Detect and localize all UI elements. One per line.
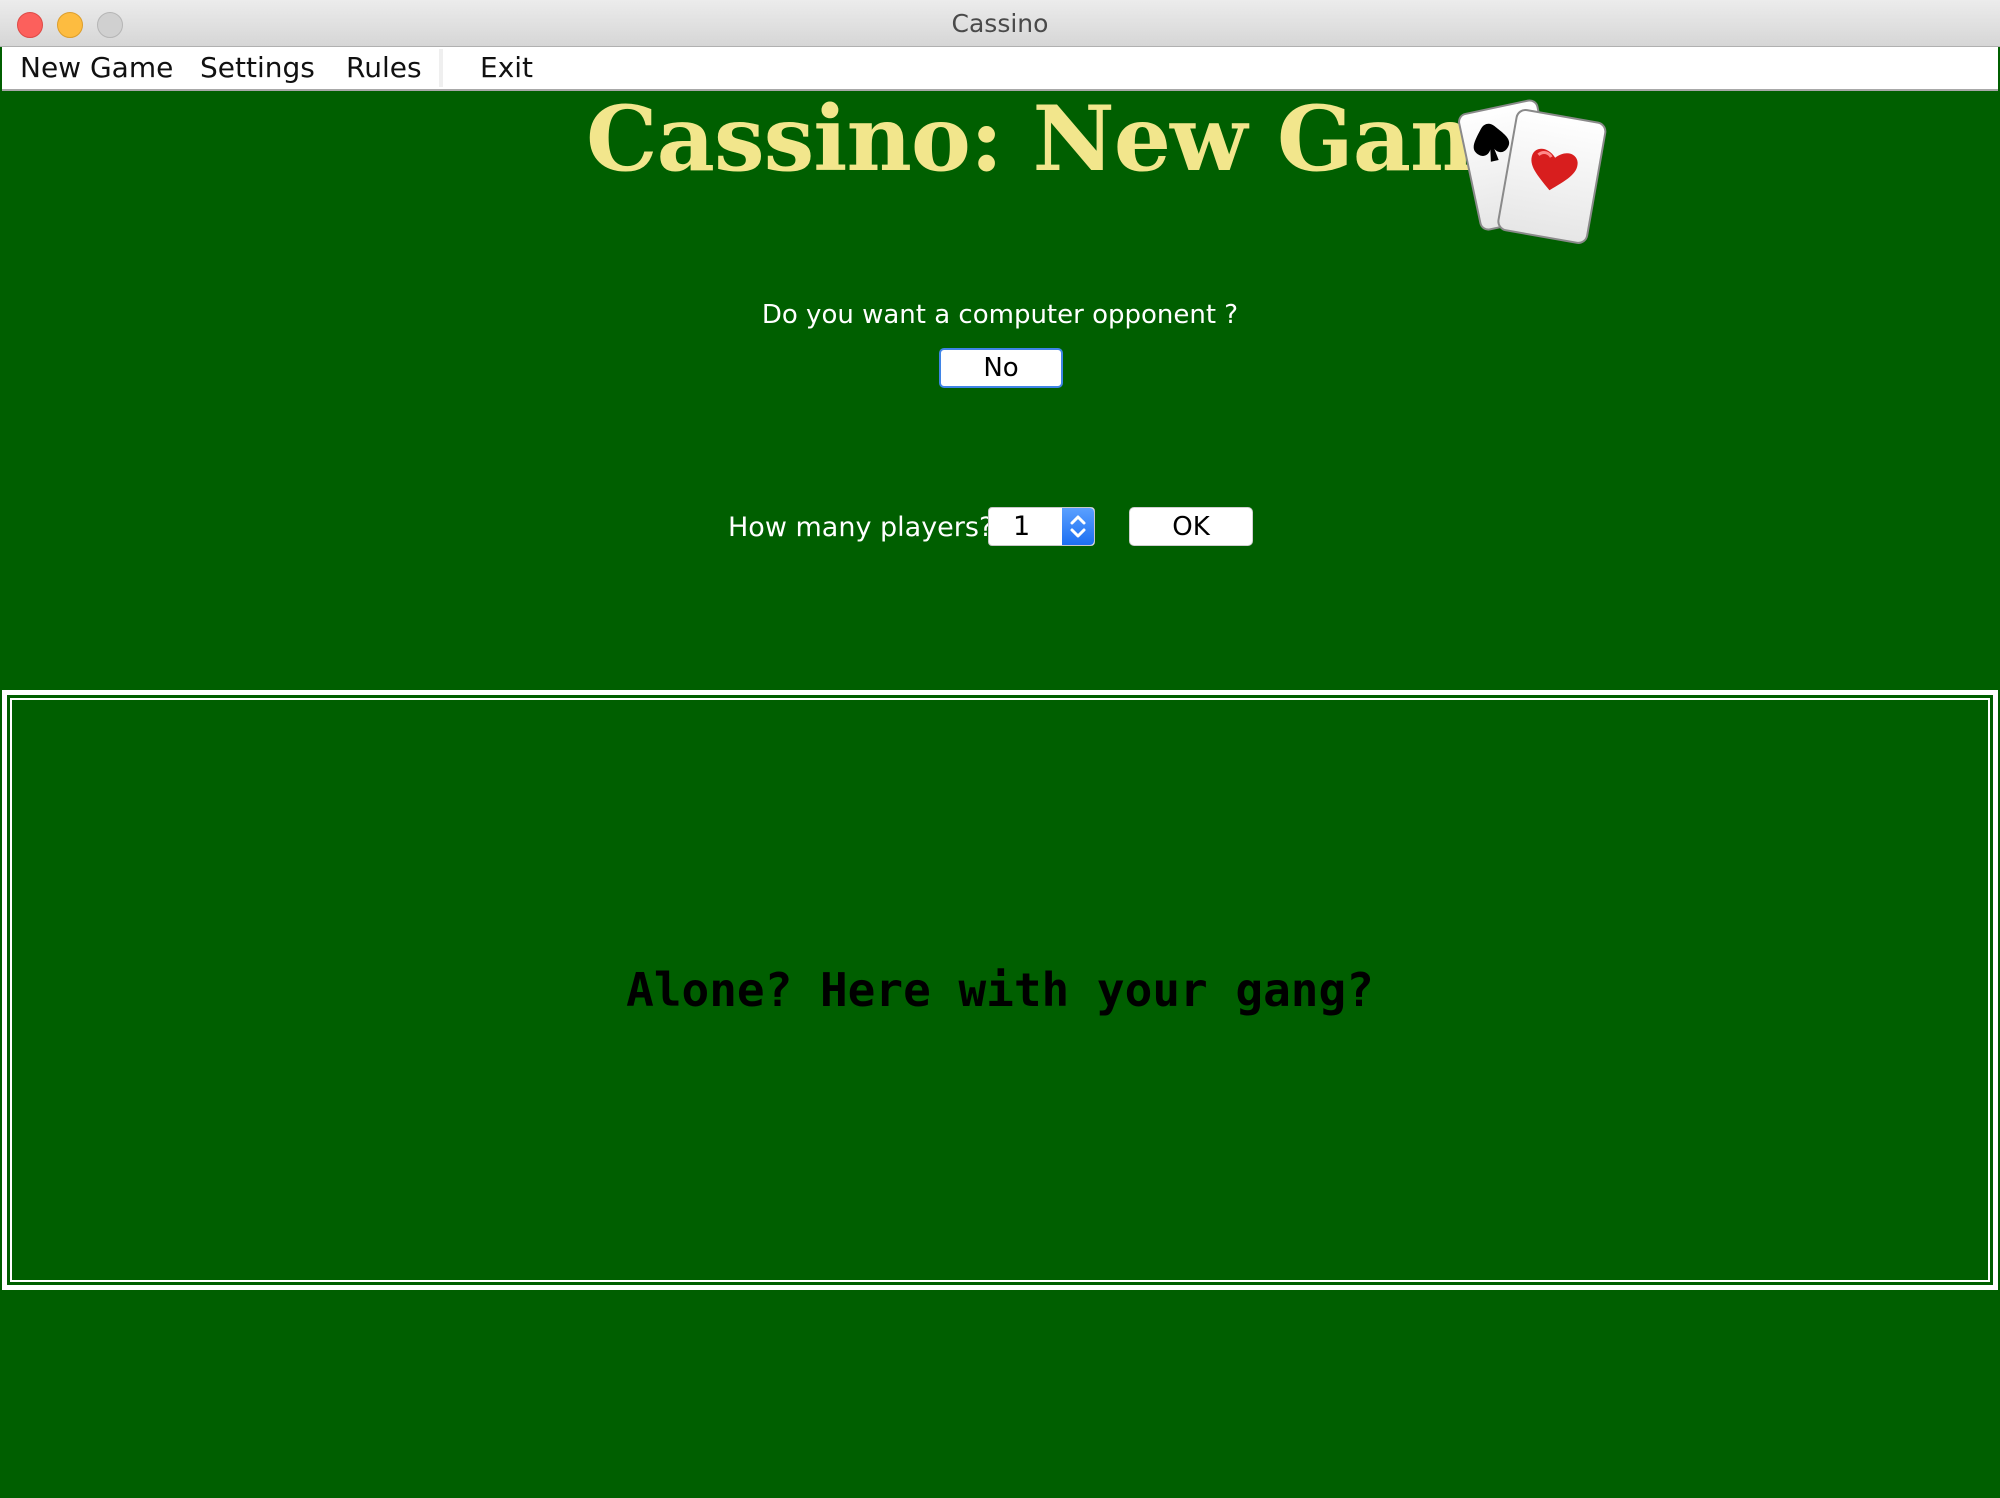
spinner-arrows[interactable] — [1062, 508, 1094, 545]
menu-new-game[interactable]: New Game — [20, 51, 173, 85]
app-window: Cassino New Game Settings Rules Exit Cas… — [0, 0, 2000, 1498]
menu-settings[interactable]: Settings — [200, 51, 315, 85]
title-bar[interactable]: Cassino — [0, 0, 2000, 47]
playing-cards-icon — [1458, 99, 1607, 244]
panel-message: Alone? Here with your gang? — [626, 963, 1374, 1017]
players-count-spinner[interactable]: 1 — [988, 507, 1095, 546]
page-title: Cassino: New Game — [586, 86, 1561, 192]
window-title: Cassino — [951, 9, 1049, 38]
menu-separator — [439, 49, 443, 87]
players-count-value[interactable]: 1 — [1013, 511, 1030, 542]
menu-rules[interactable]: Rules — [346, 51, 422, 85]
chevron-up-down-icon — [1070, 515, 1086, 538]
menu-bar: New Game Settings Rules Exit — [2, 47, 1998, 91]
opponent-question: Do you want a computer opponent ? — [761, 300, 1239, 330]
message-panel: Alone? Here with your gang? — [2, 690, 1998, 1290]
computer-opponent-toggle-button[interactable]: No — [939, 348, 1063, 388]
ok-button[interactable]: OK — [1129, 507, 1253, 546]
menu-exit[interactable]: Exit — [480, 51, 533, 85]
players-label: How many players? — [728, 512, 994, 543]
